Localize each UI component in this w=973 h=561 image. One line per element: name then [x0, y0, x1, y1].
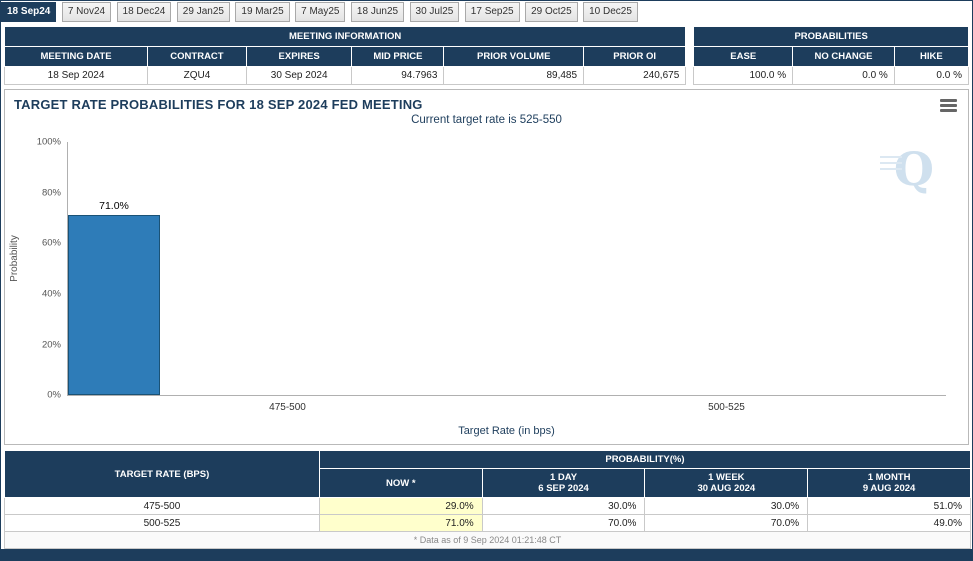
- ease-value: 100.0 %: [694, 67, 793, 85]
- y-tick: 60%: [42, 238, 61, 249]
- tab-18-sep24[interactable]: 18 Sep24: [1, 2, 56, 22]
- tab-29-oct25[interactable]: 29 Oct25: [525, 2, 578, 22]
- now-cell: 71.0%: [319, 515, 482, 532]
- col-hike: HIKE: [894, 47, 968, 67]
- rate-cell: 475-500: [5, 498, 320, 515]
- col-ease: EASE: [694, 47, 793, 67]
- meeting-information-table: MEETING INFORMATION MEETING DATE CONTRAC…: [4, 26, 686, 85]
- probabilities-table: PROBABILITIES EASE NO CHANGE HIKE 100.0 …: [693, 26, 969, 85]
- col-now-line1: NOW *: [324, 478, 478, 489]
- probability-group-header: PROBABILITY(%): [319, 451, 970, 469]
- month-cell: 51.0%: [808, 498, 971, 515]
- meeting-information-row: 18 Sep 2024 ZQU4 30 Sep 2024 94.7963 89,…: [5, 67, 686, 85]
- prior-oi-value: 240,675: [584, 67, 686, 85]
- col-1-week: 1 WEEK 30 AUG 2024: [645, 469, 808, 498]
- col-1-week-line1: 1 WEEK: [649, 472, 803, 483]
- x-axis-title: Target Rate (in bps): [67, 425, 946, 437]
- tab-18-jun25[interactable]: 18 Jun25: [351, 2, 404, 22]
- probability-bar[interactable]: [68, 215, 160, 395]
- contract-value: ZQU4: [148, 67, 247, 85]
- col-1-month: 1 MONTH 9 AUG 2024: [808, 469, 971, 498]
- col-meeting-date: MEETING DATE: [5, 47, 148, 67]
- table-row: 475-500 29.0% 30.0% 30.0% 51.0%: [5, 498, 971, 515]
- tab-29-jan25[interactable]: 29 Jan25: [177, 2, 230, 22]
- col-1-month-line2: 9 AUG 2024: [812, 483, 966, 494]
- col-1-week-line2: 30 AUG 2024: [649, 483, 803, 494]
- col-1-day-line2: 6 SEP 2024: [487, 483, 641, 494]
- now-cell: 29.0%: [319, 498, 482, 515]
- day-cell: 70.0%: [482, 515, 645, 532]
- chart-title: TARGET RATE PROBABILITIES FOR 18 SEP 202…: [5, 90, 968, 112]
- week-cell: 70.0%: [645, 515, 808, 532]
- probabilities-row: 100.0 % 0.0 % 0.0 %: [694, 67, 969, 85]
- mid-price-value: 94.7963: [352, 67, 444, 85]
- tab-18-dec24[interactable]: 18 Dec24: [117, 2, 172, 22]
- tab-7-may25[interactable]: 7 May25: [295, 2, 345, 22]
- fedwatch-page: 18 Sep24 7 Nov24 18 Dec24 29 Jan25 19 Ma…: [0, 0, 973, 561]
- bar-value-label: 71.0%: [99, 200, 129, 212]
- expires-value: 30 Sep 2024: [246, 67, 352, 85]
- probabilities-title: PROBABILITIES: [694, 27, 969, 47]
- col-1-month-line1: 1 MONTH: [812, 472, 966, 483]
- tab-10-dec25[interactable]: 10 Dec25: [583, 2, 638, 22]
- x-category-label: 475-500: [269, 402, 306, 413]
- col-expires: EXPIRES: [246, 47, 352, 67]
- probability-history-table: TARGET RATE (BPS) PROBABILITY(%) NOW * 1…: [4, 450, 971, 549]
- tab-7-nov24[interactable]: 7 Nov24: [62, 2, 111, 22]
- tab-19-mar25[interactable]: 19 Mar25: [235, 2, 289, 22]
- meeting-information-title: MEETING INFORMATION: [5, 27, 686, 47]
- rate-cell: 500-525: [5, 515, 320, 532]
- chart-subtitle: Current target rate is 525-550: [5, 114, 968, 126]
- x-category-label: 500-525: [708, 402, 745, 413]
- y-tick: 80%: [42, 187, 61, 198]
- col-now: NOW *: [319, 469, 482, 498]
- month-cell: 49.0%: [808, 515, 971, 532]
- y-tick: 20%: [42, 339, 61, 350]
- col-contract: CONTRACT: [148, 47, 247, 67]
- data-as-of-footnote: * Data as of 9 Sep 2024 01:21:48 CT: [5, 532, 971, 549]
- tab-17-sep25[interactable]: 17 Sep25: [465, 2, 520, 22]
- top-tables: MEETING INFORMATION MEETING DATE CONTRAC…: [4, 26, 969, 85]
- bar-500-525: 71.0%: [68, 142, 160, 395]
- day-cell: 30.0%: [482, 498, 645, 515]
- week-cell: 30.0%: [645, 498, 808, 515]
- quikstrike-logo-watermark: Q: [894, 146, 934, 192]
- y-tick: 100%: [37, 137, 61, 148]
- chart-menu-icon[interactable]: [940, 99, 957, 114]
- target-rate-header: TARGET RATE (BPS): [5, 451, 320, 498]
- col-prior-oi: PRIOR OI: [584, 47, 686, 67]
- meeting-tabs: 18 Sep24 7 Nov24 18 Dec24 29 Jan25 19 Ma…: [1, 1, 972, 22]
- col-no-change: NO CHANGE: [793, 47, 895, 67]
- hike-value: 0.0 %: [894, 67, 968, 85]
- y-axis-title: Probability: [9, 235, 20, 282]
- chart-plot-area: 0% 20% 40% 60% 80% 100% Q 29.0% 71.0% 47…: [67, 142, 946, 396]
- col-1-day: 1 DAY 6 SEP 2024: [482, 469, 645, 498]
- bottom-navy-bar: [1, 549, 972, 560]
- col-prior-volume: PRIOR VOLUME: [444, 47, 584, 67]
- meeting-date-value: 18 Sep 2024: [5, 67, 148, 85]
- tab-30-jul25[interactable]: 30 Jul25: [410, 2, 460, 22]
- y-tick: 0%: [47, 390, 61, 401]
- col-mid-price: MID PRICE: [352, 47, 444, 67]
- col-1-day-line1: 1 DAY: [487, 472, 641, 483]
- table-row: 500-525 71.0% 70.0% 70.0% 49.0%: [5, 515, 971, 532]
- prior-volume-value: 89,485: [444, 67, 584, 85]
- target-rate-chart-panel: TARGET RATE PROBABILITIES FOR 18 SEP 202…: [4, 89, 969, 445]
- y-tick: 40%: [42, 288, 61, 299]
- no-change-value: 0.0 %: [793, 67, 895, 85]
